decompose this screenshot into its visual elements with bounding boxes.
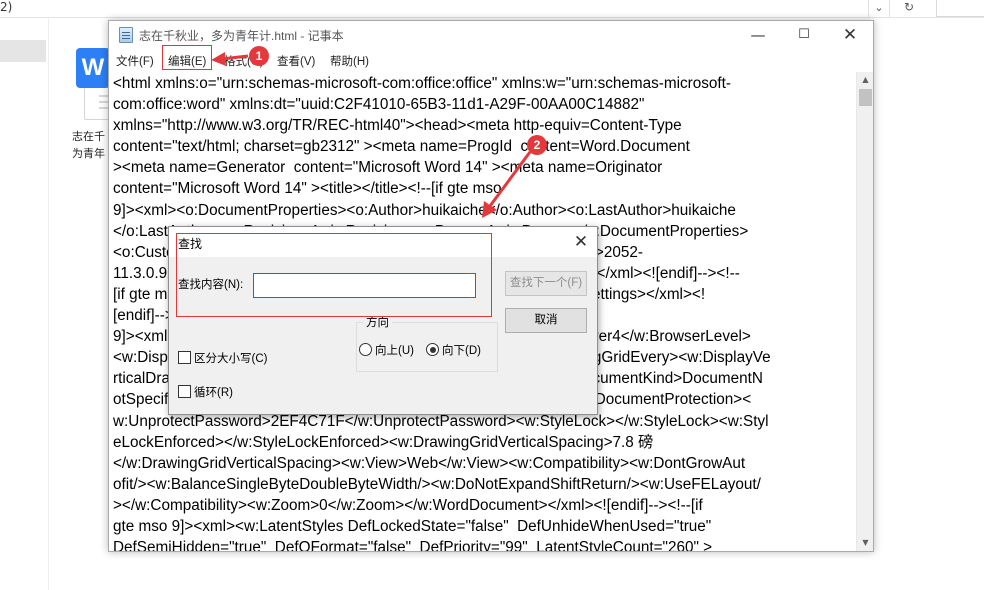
find-field-highlight-box [176, 233, 492, 317]
find-next-button[interactable]: 查找下一个(F) [505, 271, 587, 296]
menu-view[interactable]: 查看(V) [277, 53, 315, 69]
menu-bar: 文件(F) 编辑(E) 格式(O) 查看(V) 帮助(H) [109, 50, 873, 72]
direction-up-radio[interactable] [359, 343, 372, 356]
explorer-sidebar-divider [48, 18, 49, 590]
maximize-button[interactable]: ☐ [781, 21, 827, 50]
window-title: 志在千秋业，多为青年计.html - 记事本 [139, 29, 344, 43]
vertical-scrollbar[interactable]: ▲ ▼ [856, 72, 873, 551]
explorer-search-box[interactable] [936, 0, 984, 17]
menu-help[interactable]: 帮助(H) [330, 53, 369, 69]
close-button[interactable]: ✕ [827, 21, 873, 50]
notepad-icon [119, 27, 133, 43]
step-badge-1: 1 [249, 46, 269, 66]
direction-down-radio[interactable] [426, 343, 439, 356]
direction-up-label[interactable]: 向上(U) [375, 342, 414, 358]
menu-file[interactable]: 文件(F) [116, 53, 154, 69]
step-badge-2: 2 [527, 135, 547, 155]
match-case-checkbox[interactable] [178, 351, 191, 364]
chevron-down-icon[interactable]: ⌄ [868, 0, 890, 17]
notepad-titlebar[interactable]: 志在千秋业，多为青年计.html - 记事本 — ☐ ✕ [109, 21, 873, 50]
refresh-icon[interactable]: ↻ [898, 0, 920, 17]
scrollbar-thumb[interactable] [859, 89, 872, 106]
explorer-address-bar [0, 0, 984, 18]
scroll-down-arrow-icon[interactable]: ▼ [857, 535, 874, 551]
direction-down-label[interactable]: 向下(D) [442, 342, 481, 358]
scroll-up-arrow-icon[interactable]: ▲ [857, 72, 874, 88]
file-name-label: 志在千 为青年 [72, 130, 105, 160]
explorer-sidebar-selected-item[interactable] [0, 40, 46, 62]
match-case-label[interactable]: 区分大小写(C) [194, 350, 267, 366]
wrap-around-label[interactable]: 循环(R) [194, 384, 233, 400]
wrap-around-checkbox[interactable] [178, 385, 191, 398]
find-dialog-close-icon[interactable]: ✕ [567, 230, 595, 254]
explorer-path-fragment: 2) [0, 0, 13, 14]
word-icon: W [76, 48, 110, 88]
edit-menu-highlight-box [162, 45, 212, 70]
minimize-button[interactable]: — [735, 21, 781, 50]
cancel-button[interactable]: 取消 [505, 308, 587, 333]
